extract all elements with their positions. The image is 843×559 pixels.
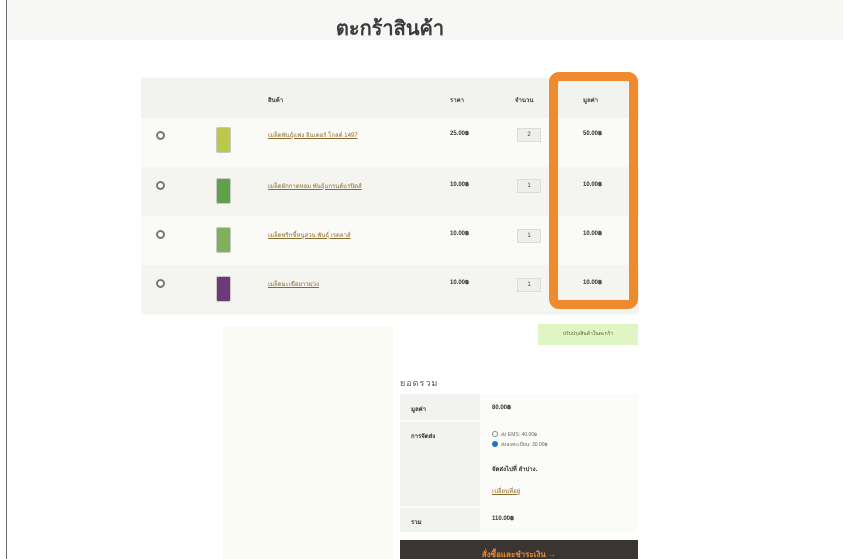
subtotal-label: มูลค่า: [411, 407, 427, 413]
product-name-link[interactable]: เมล็ดมะเขือยาวม่วง: [268, 279, 319, 289]
totals-label-cell: รวม: [400, 508, 480, 532]
quantity-input[interactable]: 1: [517, 179, 541, 193]
remove-item-icon[interactable]: [156, 131, 165, 140]
remove-item-icon[interactable]: [156, 279, 165, 288]
update-cart-button[interactable]: ปรับปรุงสินค้าในตะกร้า: [538, 324, 638, 345]
subtotal-column-highlight: [549, 72, 638, 309]
page-title: ตะกร้าสินค้า: [335, 16, 445, 40]
checkout-button-label[interactable]: สั่งซื้อและชำระเงิน →: [400, 548, 638, 559]
left-border: [6, 0, 7, 559]
total-value: 110.00฿: [492, 516, 515, 522]
totals-label-cell: มูลค่า: [400, 394, 480, 420]
quantity-input[interactable]: 1: [517, 229, 541, 243]
shipping-ems-label[interactable]: ส่ง EMS: 40.00฿: [501, 431, 537, 439]
totals-background: [223, 327, 393, 559]
shipping-ems-radio[interactable]: [492, 431, 498, 437]
shipping-registered-label[interactable]: ส่งลงทะเบียน: 30.00฿: [501, 441, 548, 449]
totals-label-cell: การจัดส่ง: [400, 422, 480, 506]
subtotal-value: 80.00฿: [492, 405, 512, 411]
cart-totals-table: มูลค่า 80.00฿ การจัดส่ง ส่ง EMS: 40.00฿ …: [400, 394, 638, 532]
product-thumbnail[interactable]: [216, 127, 231, 153]
change-address-link[interactable]: เปลี่ยนที่อยู่: [492, 486, 520, 496]
remove-item-icon[interactable]: [156, 181, 165, 190]
header-product: สินค้า: [268, 98, 284, 104]
item-price: 25.00฿: [450, 131, 470, 137]
quantity-input[interactable]: 2: [517, 128, 541, 142]
product-thumbnail[interactable]: [216, 227, 231, 253]
header-quantity: จำนวน: [515, 98, 534, 104]
product-name-link[interactable]: เมล็ดพริกขี้หนูสวน พันธุ์ เรดลาส์: [268, 230, 351, 240]
product-name-link[interactable]: เมล็ดผักกาดหอม พันธุ์แกรนด์แรปิดส์: [268, 181, 362, 191]
cart-totals-title: ยอดรวม: [400, 378, 439, 388]
total-label: รวม: [411, 520, 422, 526]
remove-item-icon[interactable]: [156, 230, 165, 239]
item-price: 10.00฿: [450, 231, 470, 237]
product-thumbnail[interactable]: [216, 276, 231, 302]
product-thumbnail[interactable]: [216, 178, 231, 204]
product-name-link[interactable]: เมล็ดพันธุ์แฟง อินเตอร์ โกลด์ 1497: [268, 130, 358, 140]
ship-to-text: จัดส่งไปที่ ลำปาง.: [492, 467, 538, 473]
shipping-label: การจัดส่ง: [411, 434, 436, 440]
quantity-input[interactable]: 1: [517, 278, 541, 292]
checkout-button[interactable]: สั่งซื้อและชำระเงิน →: [400, 540, 638, 559]
item-price: 10.00฿: [450, 280, 470, 286]
header-price: ราคา: [450, 98, 464, 104]
shipping-registered-radio[interactable]: [492, 441, 498, 447]
item-price: 10.00฿: [450, 182, 470, 188]
